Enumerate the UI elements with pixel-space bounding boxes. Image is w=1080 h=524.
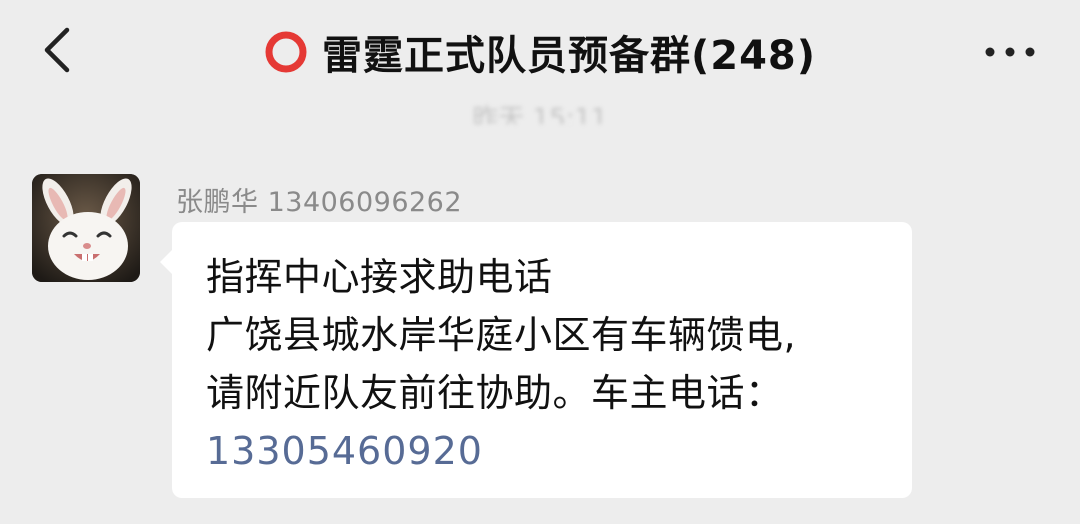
bubble-tail bbox=[160, 250, 172, 274]
sender-name: 张鹏华 13406096262 bbox=[176, 187, 463, 218]
rabbit-avatar-image bbox=[32, 174, 140, 282]
more-horizontal-icon bbox=[985, 47, 1035, 57]
chat-title: 雷霆正式队员预备群(248) bbox=[321, 33, 817, 79]
phone-number-link[interactable]: 13305460920 bbox=[206, 422, 483, 480]
chat-title-area: 雷霆正式队员预备群(248) bbox=[0, 22, 1080, 82]
red-circle-icon bbox=[265, 31, 307, 73]
avatar[interactable] bbox=[32, 174, 140, 282]
more-button[interactable] bbox=[980, 26, 1040, 78]
message-bubble[interactable]: 指挥中心接求助电话 广饶县城水岸华庭小区有车辆馈电, 请附近队友前往协助。车主电… bbox=[160, 222, 912, 498]
message-timestamp: 昨天 15:11 bbox=[472, 104, 608, 124]
message-line: 广饶县城水岸华庭小区有车辆馈电, bbox=[206, 313, 797, 357]
message-line: 指挥中心接求助电话 bbox=[206, 255, 553, 299]
chat-screen: 雷霆正式队员预备群(248) 昨天 15:11 张鹏华 13406096262 … bbox=[0, 0, 1080, 524]
message-line: 请附近队友前往协助。车主电话： bbox=[206, 371, 784, 415]
chat-header: 雷霆正式队员预备群(248) bbox=[0, 0, 1080, 100]
